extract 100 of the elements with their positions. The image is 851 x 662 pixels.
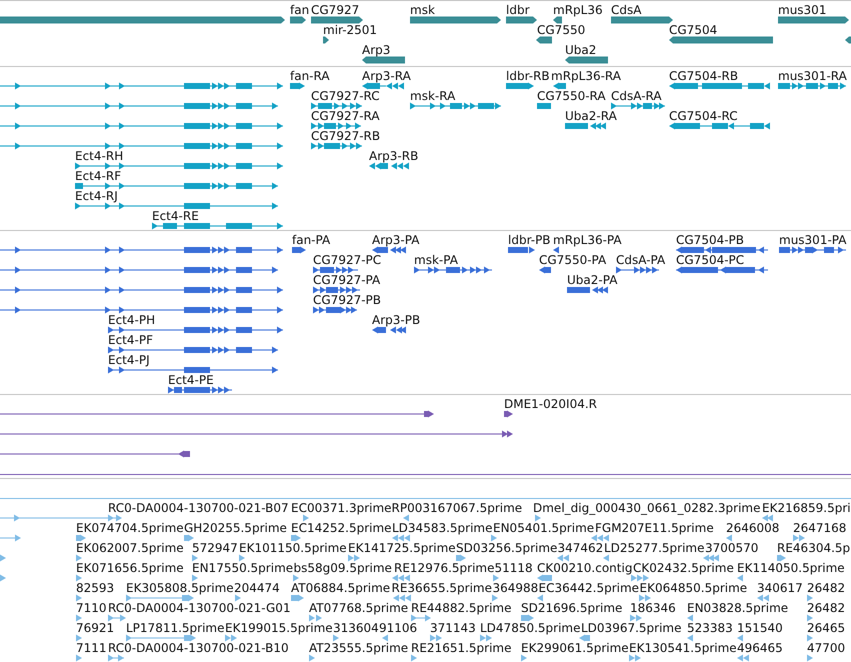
est-alignment[interactable]	[603, 554, 609, 562]
protein-model[interactable]	[108, 366, 278, 374]
protein-model[interactable]	[313, 286, 360, 294]
est-alignment[interactable]	[493, 574, 499, 582]
est-alignment[interactable]	[411, 614, 431, 622]
est-alignment[interactable]	[392, 534, 410, 542]
est-alignment[interactable]	[382, 634, 388, 642]
est-alignment[interactable]	[492, 594, 498, 602]
est-alignment[interactable]	[192, 554, 198, 562]
est-alignment[interactable]	[535, 514, 541, 522]
est-alignment[interactable]	[757, 594, 769, 602]
transcript-model[interactable]	[537, 102, 551, 110]
est-alignment[interactable]	[76, 534, 86, 542]
est-alignment[interactable]	[239, 554, 245, 562]
est-alignment[interactable]	[456, 554, 466, 562]
gene-bar[interactable]	[553, 16, 562, 24]
est-alignment[interactable]	[491, 534, 497, 542]
est-alignment[interactable]	[108, 614, 126, 622]
est-alignment[interactable]	[76, 614, 82, 622]
est-alignment[interactable]	[521, 614, 534, 622]
est-alignment[interactable]	[291, 594, 304, 602]
transcript-model[interactable]	[669, 122, 770, 130]
clone-alignment[interactable]	[504, 410, 513, 418]
protein-model[interactable]	[372, 246, 406, 254]
est-alignment[interactable]	[225, 634, 237, 642]
protein-model[interactable]	[616, 266, 659, 274]
protein-model[interactable]	[508, 246, 535, 254]
protein-model[interactable]	[313, 306, 357, 314]
est-alignment[interactable]	[293, 574, 299, 582]
transcript-model[interactable]	[553, 82, 566, 90]
transcript-model[interactable]	[75, 202, 278, 210]
gene-bar[interactable]	[362, 56, 405, 64]
est-alignment[interactable]	[235, 594, 241, 602]
est-alignment[interactable]	[403, 514, 409, 522]
est-alignment[interactable]	[333, 634, 339, 642]
protein-model[interactable]	[108, 346, 278, 354]
protein-model[interactable]	[676, 266, 768, 274]
clone-alignment[interactable]	[0, 430, 513, 438]
est-alignment[interactable]	[126, 634, 196, 642]
protein-model[interactable]	[539, 266, 551, 274]
est-alignment[interactable]	[309, 654, 315, 662]
protein-model[interactable]	[414, 266, 492, 274]
protein-model[interactable]	[779, 246, 846, 254]
transcript-model[interactable]	[311, 142, 362, 150]
transcript-model[interactable]	[0, 102, 278, 110]
transcript-model[interactable]	[410, 102, 501, 110]
est-alignment[interactable]	[192, 574, 198, 582]
gene-bar[interactable]	[565, 56, 608, 64]
transcript-model[interactable]	[778, 82, 846, 90]
gene-bar[interactable]	[611, 16, 673, 24]
est-alignment[interactable]	[537, 574, 552, 582]
gene-bar[interactable]	[669, 36, 773, 44]
transcript-model[interactable]	[0, 82, 283, 90]
transcript-model[interactable]	[152, 222, 283, 230]
est-alignment[interactable]	[631, 574, 649, 582]
protein-model[interactable]	[0, 266, 278, 274]
est-alignment[interactable]	[108, 654, 124, 662]
est-alignment[interactable]	[591, 534, 609, 542]
transcript-model[interactable]	[311, 122, 361, 130]
est-alignment[interactable]	[126, 594, 194, 602]
transcript-model[interactable]	[611, 102, 665, 110]
est-alignment[interactable]	[762, 514, 773, 522]
protein-model[interactable]	[108, 326, 283, 334]
gene-bar[interactable]	[506, 16, 537, 24]
est-alignment[interactable]	[76, 634, 82, 642]
protein-model[interactable]	[567, 286, 608, 294]
est-alignment[interactable]	[521, 654, 527, 662]
est-alignment[interactable]	[737, 654, 749, 662]
gene-bar[interactable]	[536, 36, 552, 44]
est-alignment[interactable]	[309, 614, 322, 622]
est-alignment[interactable]	[393, 594, 411, 602]
est-alignment[interactable]	[348, 554, 360, 562]
gene-bar[interactable]	[311, 16, 363, 24]
est-alignment[interactable]	[703, 554, 719, 562]
est-alignment[interactable]	[392, 574, 410, 582]
est-alignment[interactable]	[76, 654, 82, 662]
est-alignment[interactable]	[537, 594, 543, 602]
gene-bar[interactable]	[0, 16, 285, 24]
est-alignment[interactable]	[687, 634, 693, 642]
transcript-model[interactable]	[290, 82, 305, 90]
est-alignment[interactable]	[411, 654, 417, 662]
clone-alignment[interactable]	[0, 410, 434, 418]
est-alignment[interactable]	[807, 654, 813, 662]
transcript-model[interactable]	[669, 82, 770, 90]
est-alignment[interactable]	[0, 574, 6, 582]
est-alignment[interactable]	[76, 554, 82, 562]
protein-model[interactable]	[0, 306, 283, 314]
est-alignment[interactable]	[737, 574, 743, 582]
gene-bar[interactable]	[845, 36, 851, 44]
est-alignment[interactable]	[687, 614, 693, 622]
est-alignment[interactable]	[557, 554, 569, 562]
est-alignment[interactable]	[291, 534, 301, 542]
est-alignment[interactable]	[76, 594, 82, 602]
est-alignment[interactable]	[630, 614, 642, 622]
clone-alignment[interactable]	[0, 450, 190, 458]
protein-model[interactable]	[372, 326, 406, 334]
protein-model[interactable]	[553, 246, 559, 254]
est-alignment[interactable]	[629, 654, 641, 662]
est-alignment[interactable]	[777, 554, 786, 562]
transcript-model[interactable]	[0, 122, 283, 130]
